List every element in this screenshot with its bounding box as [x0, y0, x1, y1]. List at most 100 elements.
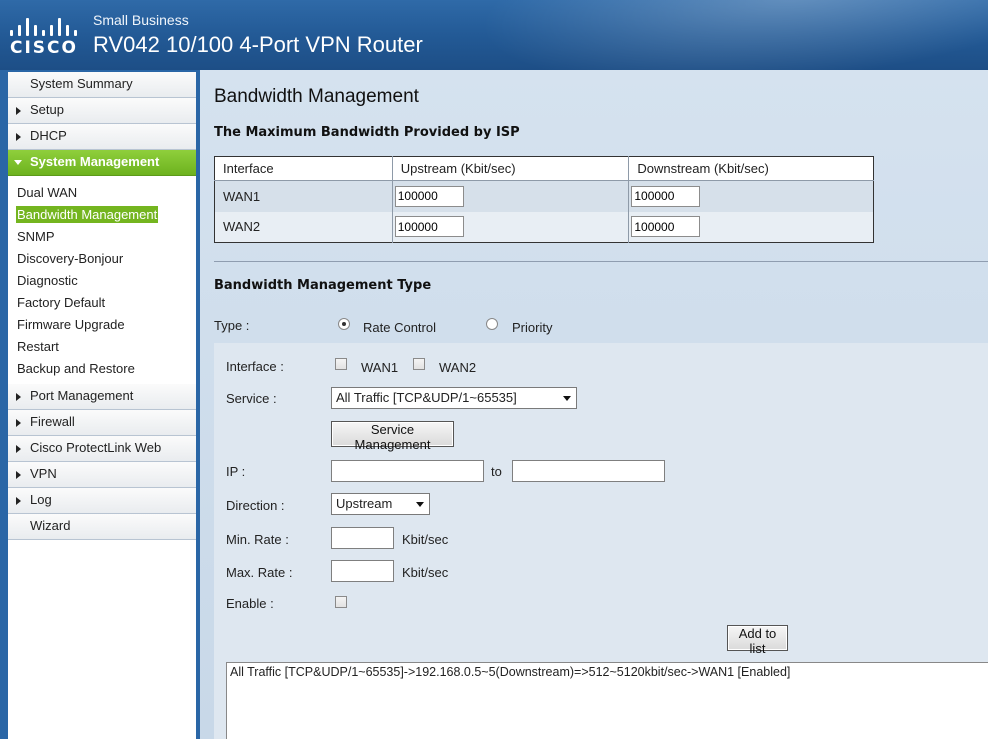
rate-control-label: Rate Control [363, 320, 436, 335]
page-title: Bandwidth Management [214, 86, 419, 107]
interface-cell: WAN1 [214, 180, 393, 212]
subnav-label: Dual WAN [17, 185, 78, 200]
table-row: WAN2 [214, 211, 874, 243]
section-divider [214, 261, 988, 262]
wan1-downstream-input[interactable] [631, 185, 701, 207]
rate-control-radio[interactable] [338, 318, 350, 330]
nav-label: Setup [30, 102, 64, 117]
subnav-label: Restart [17, 339, 59, 354]
subnav-label: Backup and Restore [17, 361, 135, 376]
downstream-cell [628, 211, 874, 243]
nav-label: VPN [30, 466, 57, 481]
nav-setup[interactable]: Setup [8, 98, 196, 124]
subnav-label: SNMP [17, 229, 55, 244]
wan1-checkbox[interactable] [335, 358, 347, 370]
subnav-snmp[interactable]: SNMP [8, 226, 196, 248]
system-management-submenu: Dual WAN Bandwidth Management SNMP Disco… [8, 176, 196, 384]
wan2-checkbox[interactable] [413, 358, 425, 370]
expand-arrow-icon [16, 107, 21, 115]
nav-label: Port Management [30, 388, 134, 403]
nav-label: Wizard [30, 518, 71, 533]
service-management-button[interactable]: Service Management [331, 421, 454, 452]
nav-dhcp[interactable]: DHCP [8, 124, 196, 150]
cisco-logo: CISCO [8, 14, 78, 58]
column-header: Upstream (Kbit/sec) [392, 156, 630, 181]
subnav-factory-default[interactable]: Factory Default [8, 292, 196, 314]
direction-select[interactable]: Upstream [331, 493, 430, 515]
expand-arrow-icon [16, 393, 21, 401]
expand-arrow-icon [16, 497, 21, 505]
max-rate-label: Max. Rate : [226, 565, 293, 580]
enable-checkbox[interactable] [335, 596, 347, 608]
expand-arrow-icon [16, 445, 21, 453]
subnav-dual-wan[interactable]: Dual WAN [8, 182, 196, 204]
downstream-cell [628, 180, 874, 212]
nav-label: System Management [30, 154, 160, 169]
direction-selected-value: Upstream [336, 496, 393, 511]
chevron-down-icon [416, 502, 424, 507]
wan2-downstream-input[interactable] [631, 216, 701, 238]
type-section-title: Bandwidth Management Type [214, 278, 432, 293]
direction-label: Direction : [226, 498, 285, 513]
rules-list[interactable]: All Traffic [TCP&UDP/1~65535]->192.168.0… [226, 662, 988, 739]
nav-vpn[interactable]: VPN [8, 462, 196, 488]
enable-label: Enable : [226, 596, 274, 611]
subnav-restart[interactable]: Restart [8, 336, 196, 358]
nav-label: Log [30, 492, 52, 507]
min-rate-label: Min. Rate : [226, 532, 289, 547]
service-label: Service : [226, 391, 277, 406]
service-selected-value: All Traffic [TCP&UDP/1~65535] [336, 390, 517, 405]
app-header: CISCO Small Business RV042 10/100 4-Port… [0, 0, 988, 70]
interface-cell: WAN2 [214, 211, 393, 243]
subnav-label: Diagnostic [17, 273, 78, 288]
sidebar-menu: System Summary Setup DHCP System Managem… [8, 72, 196, 739]
ip-end-input[interactable] [512, 460, 665, 482]
type-label: Type : [214, 318, 250, 333]
list-item[interactable]: All Traffic [TCP&UDP/1~65535]->192.168.0… [230, 665, 985, 679]
add-to-list-button[interactable]: Add to list [727, 625, 788, 656]
expand-arrow-icon [16, 133, 21, 141]
wan1-label: WAN1 [361, 360, 399, 375]
expand-arrow-icon [16, 419, 21, 427]
subnav-label: Discovery-Bonjour [17, 251, 124, 266]
ip-label: IP : [226, 464, 246, 479]
service-select[interactable]: All Traffic [TCP&UDP/1~65535] [331, 387, 577, 409]
subnav-label: Firmware Upgrade [17, 317, 125, 332]
collapse-arrow-icon [14, 160, 22, 165]
nav-label: Firewall [30, 414, 75, 429]
expand-arrow-icon [16, 471, 21, 479]
nav-label: System Summary [30, 76, 133, 91]
nav-port-management[interactable]: Port Management [8, 384, 196, 410]
max-rate-unit: Kbit/sec [402, 565, 449, 580]
subnav-firmware-upgrade[interactable]: Firmware Upgrade [8, 314, 196, 336]
min-rate-input[interactable] [331, 527, 394, 549]
main-content: Bandwidth Management The Maximum Bandwid… [200, 70, 988, 739]
priority-radio[interactable] [486, 318, 498, 330]
column-header: Interface [214, 156, 393, 181]
subnav-backup-restore[interactable]: Backup and Restore [8, 358, 196, 380]
chevron-down-icon [563, 396, 571, 401]
cisco-bars-icon [10, 16, 77, 36]
nav-log[interactable]: Log [8, 488, 196, 514]
upstream-cell [392, 180, 630, 212]
nav-firewall[interactable]: Firewall [8, 410, 196, 436]
upstream-cell [392, 211, 630, 243]
subnav-bandwidth-management[interactable]: Bandwidth Management [8, 204, 196, 226]
max-rate-input[interactable] [331, 560, 394, 582]
subnav-discovery-bonjour[interactable]: Discovery-Bonjour [8, 248, 196, 270]
ip-to-label: to [491, 464, 502, 479]
subnav-diagnostic[interactable]: Diagnostic [8, 270, 196, 292]
cisco-wordmark: CISCO [10, 38, 78, 58]
priority-label: Priority [512, 320, 553, 335]
wan2-upstream-input[interactable] [394, 216, 464, 238]
nav-label: DHCP [30, 128, 67, 143]
nav-system-summary[interactable]: System Summary [8, 72, 196, 98]
brand-subtitle: Small Business [93, 12, 189, 28]
isp-section-title: The Maximum Bandwidth Provided by ISP [214, 125, 520, 140]
interface-label: Interface : [226, 359, 284, 374]
nav-protectlink-web[interactable]: Cisco ProtectLink Web [8, 436, 196, 462]
wan1-upstream-input[interactable] [394, 185, 464, 207]
nav-system-management[interactable]: System Management [8, 150, 196, 176]
ip-start-input[interactable] [331, 460, 484, 482]
nav-wizard[interactable]: Wizard [8, 514, 196, 540]
